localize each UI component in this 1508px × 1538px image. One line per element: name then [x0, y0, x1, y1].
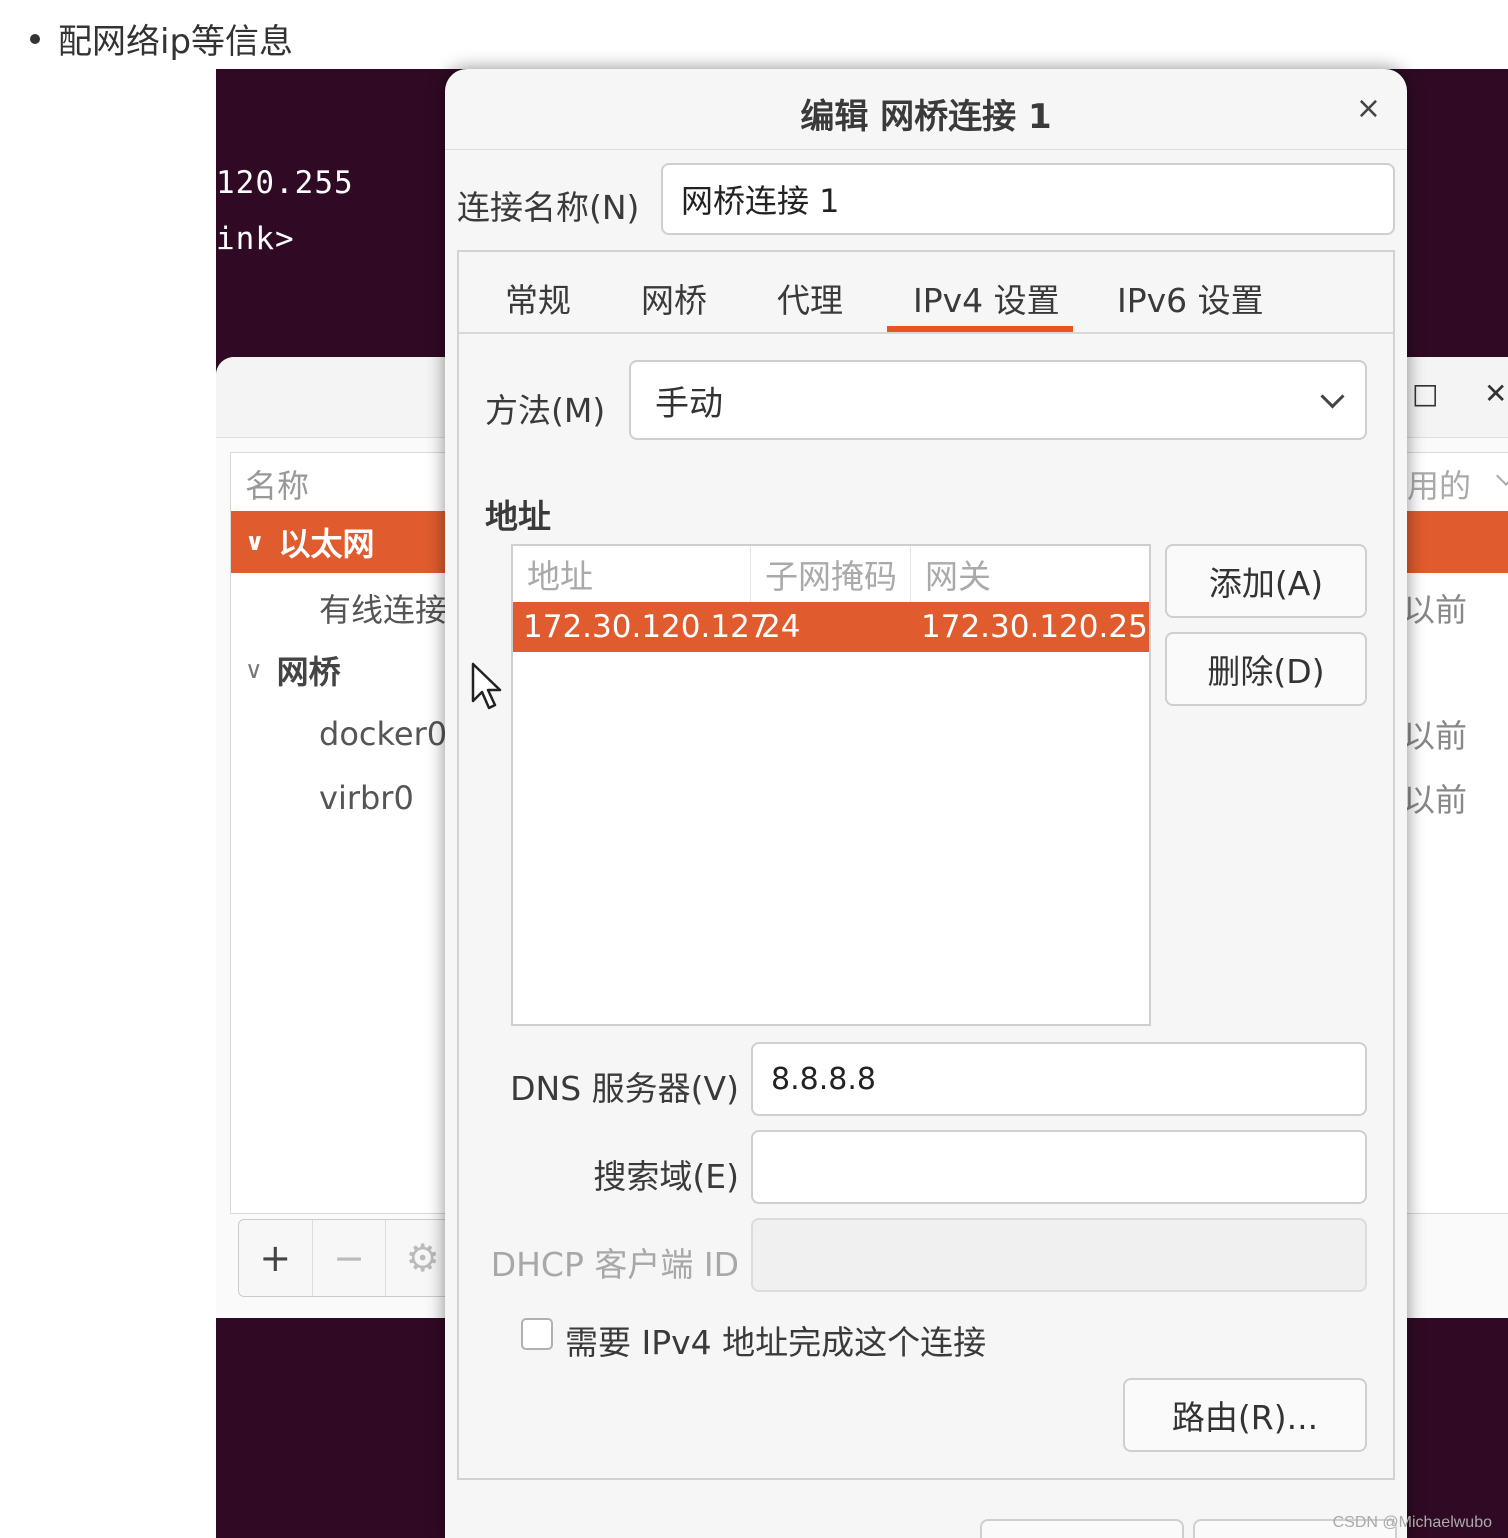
sort-chevron-icon[interactable]: [1496, 466, 1508, 486]
heading-item: 配网络ip等信息: [30, 14, 293, 63]
dialog-title: 编辑 网桥连接 1: [800, 97, 1052, 137]
connection-name: docker0: [319, 715, 448, 753]
divider: [445, 149, 1407, 150]
active-tab-indicator: [887, 326, 1073, 332]
table-row[interactable]: 172.30.120.127 24 172.30.120.254: [513, 602, 1149, 652]
method-value: 手动: [655, 383, 723, 424]
method-dropdown[interactable]: 手动: [629, 360, 1367, 440]
address-cell[interactable]: 172.30.120.127: [513, 602, 770, 652]
list-toolbar: + − ⚙: [238, 1219, 460, 1297]
mouse-cursor-icon: [471, 662, 502, 710]
chevron-down-icon[interactable]: ∨: [231, 528, 265, 556]
remove-connection-button[interactable]: −: [313, 1220, 387, 1296]
last-used: 以前: [1403, 781, 1468, 819]
add-connection-button[interactable]: +: [239, 1220, 313, 1296]
settings-notebook: 常规 网桥 代理 IPv4 设置 IPv6 设置 方法(M) 手动 地址 地址 …: [457, 250, 1395, 1480]
search-domain-field[interactable]: [751, 1130, 1367, 1204]
dns-field[interactable]: 8.8.8.8: [751, 1042, 1367, 1116]
chevron-down-icon[interactable]: ∨: [231, 656, 263, 684]
watermark: CSDN @Michaelwubo: [1332, 1514, 1492, 1531]
tab-proxy[interactable]: 代理: [777, 274, 843, 322]
routes-button[interactable]: 路由(R)...: [1123, 1378, 1367, 1452]
cancel-button[interactable]: [980, 1519, 1184, 1538]
maximize-icon[interactable]: □: [1412, 377, 1438, 410]
tab-ipv4-settings[interactable]: IPv4 设置: [913, 274, 1060, 322]
close-icon[interactable]: ×: [1356, 91, 1381, 126]
dns-label: DNS 服务器(V): [510, 1069, 739, 1108]
netmask-cell[interactable]: 24: [751, 602, 911, 652]
dhcp-client-id-field[interactable]: [751, 1218, 1367, 1292]
terminal-line: 120.255: [216, 165, 354, 201]
search-domain-label: 搜索域(E): [593, 1157, 739, 1196]
gateway-cell[interactable]: 172.30.120.254: [911, 602, 1149, 652]
bullet-dot: [30, 33, 40, 44]
tab-general[interactable]: 常规: [505, 274, 571, 322]
last-used: 以前: [1403, 717, 1468, 755]
column-header-address[interactable]: 地址: [513, 546, 751, 602]
chevron-down-icon: [1320, 384, 1345, 409]
connection-name: 有线连接: [319, 591, 448, 629]
connection-name-label: 连接名称(N): [457, 188, 640, 227]
close-icon[interactable]: ✕: [1484, 377, 1507, 410]
terminal-line: ink>: [216, 221, 295, 257]
tab-bridge[interactable]: 网桥: [641, 274, 707, 322]
tab-bar: 常规 网桥 代理 IPv4 设置 IPv6 设置: [459, 252, 1393, 334]
heading-text: 配网络ip等信息: [58, 22, 294, 62]
group-label: 以太网: [278, 525, 375, 563]
address-table: 地址 子网掩码 网关 172.30.120.127 24 172.30.120.…: [511, 544, 1151, 1026]
group-label: 网桥: [276, 653, 341, 691]
method-label: 方法(M): [485, 391, 606, 430]
require-ipv4-checkbox[interactable]: [521, 1318, 553, 1350]
dhcp-client-id-label: DHCP 客户端 ID: [490, 1245, 739, 1284]
address-section-title: 地址: [485, 497, 551, 536]
last-used: 以前: [1403, 591, 1468, 629]
last-used-column-header: 用的: [1407, 467, 1472, 505]
connection-name: virbr0: [319, 779, 414, 817]
edit-connection-dialog: 编辑 网桥连接 1 × 连接名称(N) 网桥连接 1 常规 网桥 代理 IPv4…: [445, 69, 1407, 1538]
add-address-button[interactable]: 添加(A): [1165, 544, 1367, 618]
column-header-gateway[interactable]: 网关: [911, 546, 1149, 602]
name-column-header: 名称: [245, 467, 310, 505]
connection-name-field[interactable]: 网桥连接 1: [661, 163, 1395, 235]
column-header-netmask[interactable]: 子网掩码: [751, 546, 911, 602]
tab-ipv6-settings[interactable]: IPv6 设置: [1117, 274, 1264, 322]
require-ipv4-label: 需要 IPv4 地址完成这个连接: [565, 1323, 987, 1362]
delete-address-button[interactable]: 删除(D): [1165, 632, 1367, 706]
